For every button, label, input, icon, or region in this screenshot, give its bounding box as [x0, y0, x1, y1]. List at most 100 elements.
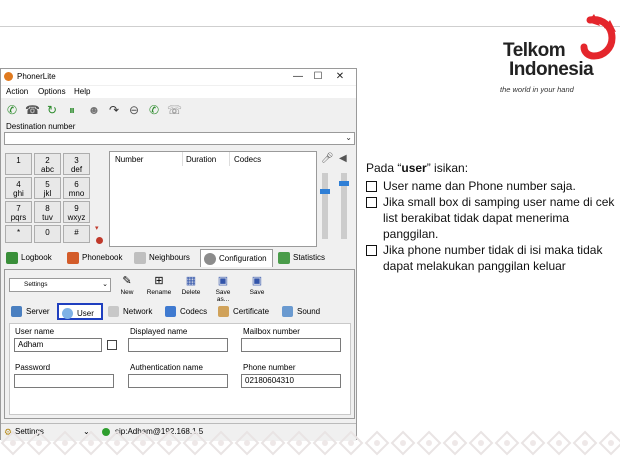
- tab-network[interactable]: Network: [105, 303, 159, 320]
- network-icon: [108, 306, 119, 317]
- phonerlite-window: PhonerLite — ☐ ✕ Action Options Help ✆ ☎…: [0, 68, 357, 441]
- delete-icon: ▦: [185, 275, 197, 287]
- user-name-input[interactable]: Adham: [14, 338, 102, 352]
- do-not-disturb-icon[interactable]: ⊖: [127, 103, 141, 117]
- phone-number-label: Phone number: [243, 363, 296, 372]
- password-input[interactable]: [14, 374, 114, 388]
- telkom-logo-mark-icon: [580, 14, 616, 60]
- telkom-logo: Telkom Indonesia the world in your hand: [500, 12, 616, 94]
- destination-label: Destination number: [6, 122, 76, 131]
- logbook-icon: [6, 252, 18, 264]
- call-toolbar: ✆ ☎ ↻ ⏸ ☻ ↷ ⊖ ✆ ☏: [1, 100, 356, 120]
- title-bar: PhonerLite — ☐ ✕: [1, 69, 356, 85]
- configuration-panel: Settings ⌄ ✎ New ⊞ Rename ▦ Delete ▣ Save as…: [4, 269, 355, 419]
- tab-logbook[interactable]: Logbook: [3, 249, 61, 267]
- tab-codecs[interactable]: Codecs: [162, 303, 212, 320]
- notes-list: User name dan Phone number saja. Jika sm…: [366, 178, 618, 274]
- checkbox-bullet-icon: [366, 197, 377, 208]
- password-label: Password: [15, 363, 51, 372]
- forward-icon[interactable]: ✆: [147, 103, 161, 117]
- user-name-checkbox[interactable]: [107, 340, 117, 350]
- maximize-button[interactable]: ☐: [307, 70, 329, 84]
- authentication-name-label: Authentication name: [130, 363, 203, 372]
- menu-options[interactable]: Options: [38, 87, 66, 96]
- logo-tagline: the world in your hand: [500, 85, 574, 94]
- rename-button[interactable]: ⊞ Rename: [145, 274, 173, 302]
- speaker-volume-slider[interactable]: [339, 173, 349, 239]
- microphone-icon[interactable]: 🎤︎: [321, 153, 334, 164]
- user-name-label: User name: [15, 327, 55, 336]
- key-4[interactable]: 4 ghi: [5, 177, 32, 199]
- list-item: Jika small box di samping user name di c…: [366, 194, 618, 242]
- list-item: User name dan Phone number saja.: [366, 178, 618, 194]
- config-tabs: Server User Network Codecs Certificate S…: [5, 303, 354, 321]
- call-icon[interactable]: ✆: [5, 103, 19, 117]
- transfer-icon[interactable]: ↷: [107, 103, 121, 117]
- tab-sound[interactable]: Sound: [279, 303, 329, 320]
- server-icon: [11, 306, 22, 317]
- key-0[interactable]: 0: [34, 225, 61, 243]
- tab-server[interactable]: Server: [8, 303, 56, 320]
- conference-icon[interactable]: ☻: [87, 103, 101, 117]
- speaker-icon[interactable]: ◀: [339, 153, 347, 164]
- chevron-down-icon[interactable]: ⌄: [345, 133, 352, 142]
- codecs-icon: [165, 306, 176, 317]
- menu-action[interactable]: Action: [6, 87, 28, 96]
- key-star[interactable]: *: [5, 225, 32, 243]
- displayed-name-input[interactable]: [128, 338, 228, 352]
- user-icon: [62, 308, 73, 319]
- record-arrow-icon[interactable]: ▾: [95, 224, 103, 232]
- mailbox-number-input[interactable]: [241, 338, 341, 352]
- authentication-name-input[interactable]: [128, 374, 228, 388]
- key-1[interactable]: 1: [5, 153, 32, 175]
- user-settings-form: User name Adham Displayed name Mailbox n…: [9, 323, 351, 415]
- displayed-name-label: Displayed name: [130, 327, 188, 336]
- new-icon: ✎: [122, 275, 132, 287]
- phone-number-input[interactable]: 02180604310: [241, 374, 341, 388]
- tab-certificate[interactable]: Certificate: [215, 303, 277, 320]
- key-hash[interactable]: #: [63, 225, 90, 243]
- save-icon: ▣: [251, 275, 263, 287]
- save-as-button[interactable]: ▣ Save as...: [209, 274, 237, 303]
- settings-profile-select[interactable]: Settings ⌄: [9, 278, 111, 292]
- key-6[interactable]: 6 mno: [63, 177, 90, 199]
- voicemail-icon[interactable]: ☏: [167, 103, 182, 117]
- destination-input[interactable]: ⌄: [4, 132, 355, 145]
- tab-statistics[interactable]: Statistics: [275, 249, 335, 267]
- sound-icon: [282, 306, 293, 317]
- tab-phonebook[interactable]: Phonebook: [64, 249, 128, 267]
- key-7[interactable]: 7 pqrs: [5, 201, 32, 223]
- menu-bar: Action Options Help: [1, 86, 356, 98]
- list-item: Jika phone number tidak di isi maka tida…: [366, 242, 618, 274]
- checkbox-bullet-icon: [366, 181, 377, 192]
- redial-icon[interactable]: ↻: [45, 103, 59, 117]
- key-3[interactable]: 3 def: [63, 153, 90, 175]
- close-button[interactable]: ✕: [329, 70, 351, 84]
- certificate-icon: [218, 306, 229, 317]
- col-duration[interactable]: Duration: [186, 155, 216, 164]
- hold-icon[interactable]: ⏸: [65, 103, 79, 117]
- key-2[interactable]: 2 abc: [34, 153, 61, 175]
- key-5[interactable]: 5 jkl: [34, 177, 61, 199]
- chevron-down-icon[interactable]: ⌄: [102, 279, 108, 291]
- tab-user[interactable]: User: [57, 303, 103, 320]
- new-button[interactable]: ✎ New: [113, 274, 141, 302]
- col-number[interactable]: Number: [115, 155, 143, 164]
- delete-button[interactable]: ▦ Delete: [177, 274, 205, 302]
- key-9[interactable]: 9 wxyz: [63, 201, 90, 223]
- tab-configuration[interactable]: Configuration: [200, 249, 273, 267]
- save-button[interactable]: ▣ Save: [243, 274, 271, 302]
- tab-neighbours[interactable]: Neighbours: [131, 249, 197, 267]
- key-8[interactable]: 8 tuv: [34, 201, 61, 223]
- decorative-pattern: [0, 430, 620, 456]
- menu-help[interactable]: Help: [74, 87, 90, 96]
- minimize-button[interactable]: —: [287, 70, 309, 84]
- mailbox-number-label: Mailbox number: [243, 327, 300, 336]
- mic-volume-slider[interactable]: [320, 173, 330, 239]
- col-codecs[interactable]: Codecs: [234, 155, 261, 164]
- gear-icon: [204, 253, 216, 265]
- hangup-icon[interactable]: ☎: [25, 103, 40, 117]
- main-tabs: Logbook Phonebook Neighbours Configurati…: [1, 249, 356, 269]
- record-icon[interactable]: [96, 237, 103, 244]
- call-list: Number Duration Codecs: [109, 151, 317, 247]
